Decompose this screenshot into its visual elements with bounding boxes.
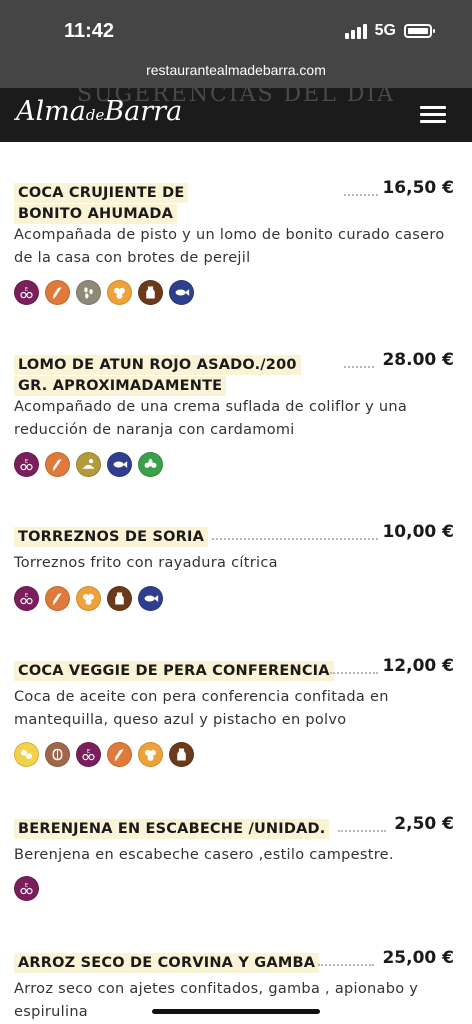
menu-item-header: LOMO DE ATUN ROJO ASADO./200 GR. APROXIM… bbox=[14, 350, 458, 396]
leader-dots bbox=[212, 538, 378, 540]
dish-title: LOMO DE ATUN ROJO ASADO./200 GR. APROXIM… bbox=[14, 355, 301, 396]
dish-description: Arroz seco con ajetes confitados, gamba … bbox=[14, 981, 419, 1020]
menu-item-header: COCA CRUJIENTE DE BONITO AHUMADA 16,50 € bbox=[14, 178, 458, 224]
address-bar[interactable]: restaurantealmadebarra.com bbox=[0, 62, 472, 78]
sulphites-icon: E bbox=[76, 742, 101, 767]
dish-price: 12,00 € bbox=[382, 656, 454, 676]
egg-icon bbox=[138, 742, 163, 767]
menu-item-header: ARROZ SECO DE CORVINA Y GAMBA 25,00 € bbox=[14, 948, 458, 978]
dish-title: COCA VEGGIE DE PERA CONFERENCIA bbox=[14, 661, 334, 681]
dish-title: COCA CRUJIENTE DE BONITO AHUMADA bbox=[14, 183, 189, 224]
dish-title: BERENJENA EN ESCABECHE /UNIDAD. bbox=[14, 819, 330, 839]
menu-item: COCA CRUJIENTE DE BONITO AHUMADA 16,50 €… bbox=[14, 178, 458, 305]
nuts-icon bbox=[45, 742, 70, 767]
dish-description: Acompañada de pisto y un lomo de bonito … bbox=[14, 227, 445, 266]
dish-description: Acompañado de una crema suflada de colif… bbox=[14, 399, 408, 438]
svg-text:E: E bbox=[87, 749, 90, 755]
gluten-icon bbox=[107, 742, 132, 767]
gluten-icon bbox=[45, 586, 70, 611]
dish-price: 2,50 € bbox=[394, 814, 454, 834]
svg-text:E: E bbox=[25, 459, 28, 465]
brand-logo[interactable]: AlmadeBarra bbox=[16, 96, 182, 127]
fish-icon bbox=[169, 280, 194, 305]
leader-dots bbox=[338, 830, 386, 832]
dish-price: 25,00 € bbox=[382, 948, 454, 968]
menu-item: TORREZNOS DE SORIA 10,00 € Torreznos fri… bbox=[14, 522, 458, 611]
dish-price: 10,00 € bbox=[382, 522, 454, 542]
fish-icon bbox=[107, 452, 132, 477]
milk-icon bbox=[107, 586, 132, 611]
svg-text:E: E bbox=[25, 287, 28, 293]
status-indicators: 5G bbox=[344, 22, 435, 40]
allergen-icons: E bbox=[14, 876, 39, 901]
sesame-icon bbox=[76, 280, 101, 305]
allergen-icons: E bbox=[14, 742, 194, 767]
svg-text:E: E bbox=[25, 593, 28, 599]
gluten-icon bbox=[45, 452, 70, 477]
dish-price: 16,50 € bbox=[382, 178, 454, 198]
menu-item-header: BERENJENA EN ESCABECHE /UNIDAD. 2,50 € bbox=[14, 814, 458, 844]
menu-item-header: COCA VEGGIE DE PERA CONFERENCIA 12,00 € bbox=[14, 656, 458, 686]
mustard-icon bbox=[76, 452, 101, 477]
signal-icon bbox=[344, 23, 367, 39]
allergen-icons: E bbox=[14, 586, 163, 611]
dish-price: 28.00 € bbox=[382, 350, 454, 370]
leader-dots bbox=[344, 194, 378, 196]
dish-description: Berenjena en escabeche casero ,estilo ca… bbox=[14, 847, 394, 863]
menu-item: LOMO DE ATUN ROJO ASADO./200 GR. APROXIM… bbox=[14, 350, 458, 477]
soy-icon bbox=[14, 742, 39, 767]
allergen-icons: E bbox=[14, 452, 163, 477]
sulphites-icon: E bbox=[14, 876, 39, 901]
dish-description: Coca de aceite con pera conferencia conf… bbox=[14, 689, 389, 728]
status-time: 11:42 bbox=[64, 20, 115, 42]
network-label: 5G bbox=[374, 22, 396, 39]
allergen-icons: E bbox=[14, 280, 194, 305]
site-header: SUGERENCIAS DEL DIA AlmadeBarra bbox=[0, 88, 472, 142]
menu-item: ARROZ SECO DE CORVINA Y GAMBA 25,00 € Ar… bbox=[14, 948, 458, 1020]
logo-text-de: de bbox=[85, 106, 105, 124]
sulphites-icon: E bbox=[14, 586, 39, 611]
home-indicator[interactable] bbox=[152, 1009, 320, 1014]
sulphites-icon: E bbox=[14, 280, 39, 305]
svg-text:E: E bbox=[25, 883, 28, 889]
logo-text-alma: Alma bbox=[16, 96, 86, 127]
fish-icon bbox=[138, 586, 163, 611]
menu-item: BERENJENA EN ESCABECHE /UNIDAD. 2,50 € B… bbox=[14, 814, 458, 901]
dish-title: TORREZNOS DE SORIA bbox=[14, 527, 209, 547]
vegan-icon bbox=[138, 452, 163, 477]
dish-title: ARROZ SECO DE CORVINA Y GAMBA bbox=[14, 953, 320, 973]
milk-icon bbox=[169, 742, 194, 767]
menu-item: COCA VEGGIE DE PERA CONFERENCIA 12,00 € … bbox=[14, 656, 458, 767]
battery-icon bbox=[404, 24, 435, 38]
leader-dots bbox=[318, 964, 374, 966]
hamburger-menu-button[interactable] bbox=[420, 106, 446, 124]
leader-dots bbox=[344, 366, 374, 368]
egg-icon bbox=[107, 280, 132, 305]
milk-icon bbox=[138, 280, 163, 305]
leader-dots bbox=[330, 672, 378, 674]
dish-description: Torreznos frito con rayadura cítrica bbox=[14, 555, 278, 571]
sulphites-icon: E bbox=[14, 452, 39, 477]
gluten-icon bbox=[45, 280, 70, 305]
egg-icon bbox=[76, 586, 101, 611]
status-bar: 11:42 5G restaurantealmadebarra.com bbox=[0, 0, 472, 88]
logo-text-barra: Barra bbox=[104, 96, 183, 127]
menu-item-header: TORREZNOS DE SORIA 10,00 € bbox=[14, 522, 458, 552]
